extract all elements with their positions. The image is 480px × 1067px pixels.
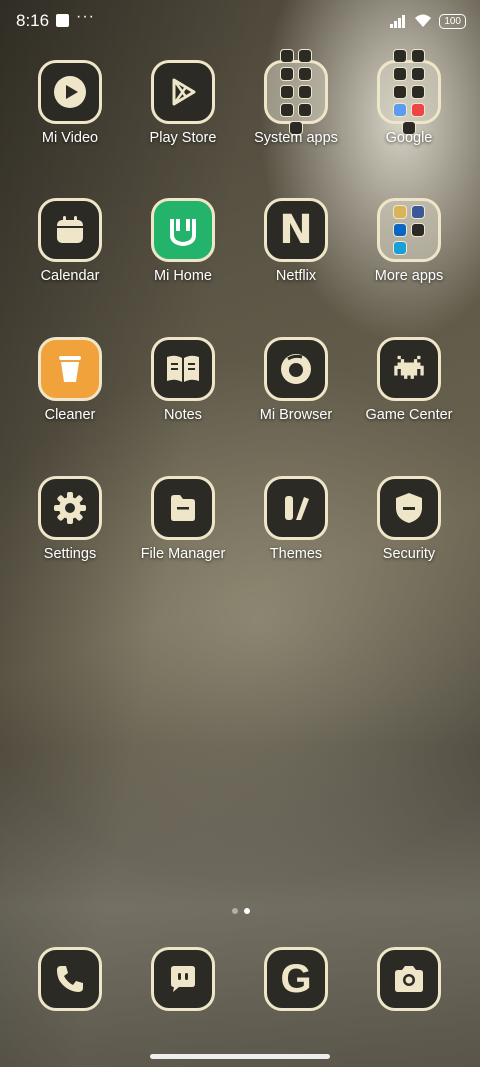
- folder-label: System apps: [254, 130, 338, 146]
- app-calendar[interactable]: Calendar: [20, 198, 120, 284]
- page-dot-active: [244, 908, 250, 914]
- app-mi-video[interactable]: Mi Video: [20, 60, 120, 146]
- app-label: Settings: [43, 546, 97, 562]
- status-icons: 100: [389, 12, 466, 30]
- page-indicator: [232, 908, 250, 914]
- app-notes[interactable]: Notes: [133, 337, 233, 423]
- status-time: 8:16: [16, 11, 50, 30]
- dock-messages[interactable]: [133, 947, 233, 1011]
- netflix-icon: N: [264, 198, 328, 262]
- phone-icon: [38, 947, 102, 1011]
- app-label: Mi Home: [153, 268, 212, 284]
- camera-icon: [377, 947, 441, 1011]
- dock-camera[interactable]: [359, 947, 459, 1011]
- folder-label: Google: [385, 130, 433, 146]
- book-icon: [151, 337, 215, 401]
- folder-system-apps[interactable]: System apps: [246, 49, 346, 146]
- calendar-icon: [38, 198, 102, 262]
- gear-icon: [38, 476, 102, 540]
- app-mi-home[interactable]: Mi Home: [133, 198, 233, 284]
- signal-icon: [390, 15, 406, 28]
- play-store-icon: [151, 60, 215, 124]
- folder-more-apps[interactable]: More apps: [359, 198, 459, 284]
- app-play-store[interactable]: Play Store: [133, 60, 233, 146]
- browser-icon: [264, 337, 328, 401]
- folder-google[interactable]: Google: [359, 49, 459, 146]
- app-file-manager[interactable]: File Manager: [133, 476, 233, 562]
- page-dot: [232, 908, 238, 914]
- app-label: Mi Video: [41, 130, 99, 146]
- play-circle-icon: [38, 60, 102, 124]
- trash-icon: [38, 337, 102, 401]
- app-label: File Manager: [140, 546, 226, 562]
- app-netflix[interactable]: N Netflix: [246, 198, 346, 284]
- wifi-icon: [415, 14, 432, 27]
- app-label: Calendar: [40, 268, 100, 284]
- app-label: Netflix: [275, 268, 317, 284]
- notification-icon: [56, 14, 69, 27]
- app-themes[interactable]: Themes: [246, 476, 346, 562]
- app-cleaner[interactable]: Cleaner: [20, 337, 120, 423]
- folder-icon: [377, 49, 441, 135]
- app-label: Notes: [164, 407, 202, 423]
- folder-icon: [264, 49, 328, 135]
- google-icon: G: [264, 947, 328, 1011]
- app-label: Mi Browser: [259, 407, 333, 423]
- app-settings[interactable]: Settings: [20, 476, 120, 562]
- themes-icon: [264, 476, 328, 540]
- battery-indicator: 100: [439, 13, 466, 29]
- folder-icon: [377, 198, 441, 262]
- app-label: Play Store: [149, 130, 217, 146]
- app-label: Cleaner: [44, 407, 96, 423]
- app-game-center[interactable]: Game Center: [359, 337, 459, 423]
- app-label: Game Center: [365, 407, 453, 423]
- file-icon: [151, 476, 215, 540]
- status-bar: 8:16 ··· 100: [0, 0, 480, 44]
- gesture-bar[interactable]: [150, 1054, 330, 1059]
- dock-phone[interactable]: [20, 947, 120, 1011]
- folder-label: More apps: [374, 268, 444, 284]
- app-mi-browser[interactable]: Mi Browser: [246, 337, 346, 423]
- app-label: Security: [382, 546, 436, 562]
- dock-google[interactable]: G: [246, 947, 346, 1011]
- app-label: Themes: [269, 546, 323, 562]
- mi-home-icon: [151, 198, 215, 262]
- app-security[interactable]: Security: [359, 476, 459, 562]
- shield-icon: [377, 476, 441, 540]
- space-invader-icon: [377, 337, 441, 401]
- message-icon: [151, 947, 215, 1011]
- more-notifications-icon: ···: [76, 8, 95, 25]
